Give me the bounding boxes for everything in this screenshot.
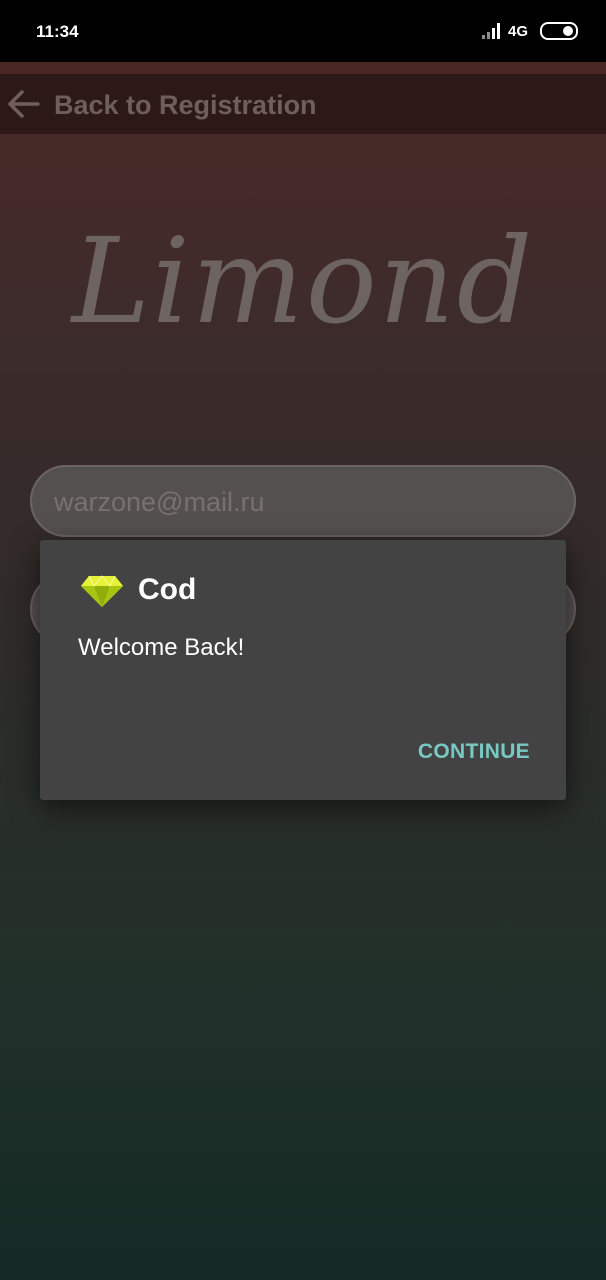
top-bar: Back to Registration xyxy=(0,74,606,134)
dialog-title: Cod xyxy=(138,573,197,606)
email-field[interactable]: warzone@mail.ru xyxy=(30,465,576,537)
continue-button[interactable]: CONTINUE xyxy=(418,740,530,764)
email-value: warzone@mail.ru xyxy=(54,487,265,517)
welcome-dialog: Cod Welcome Back! CONTINUE xyxy=(40,540,566,800)
app-logo: Limond xyxy=(71,212,535,350)
signal-icon xyxy=(481,23,500,39)
battery-icon xyxy=(540,22,578,40)
status-bar: 11:34 4G xyxy=(0,0,606,62)
network-type: 4G xyxy=(507,22,528,40)
status-time: 11:34 xyxy=(36,22,79,41)
arrow-left-icon[interactable] xyxy=(6,89,40,119)
dialog-message: Welcome Back! xyxy=(78,634,245,661)
status-icons: 4G xyxy=(481,22,578,40)
diamond-icon xyxy=(81,575,123,607)
app-top-strip xyxy=(0,62,606,74)
back-to-registration-link[interactable]: Back to Registration xyxy=(54,90,317,121)
